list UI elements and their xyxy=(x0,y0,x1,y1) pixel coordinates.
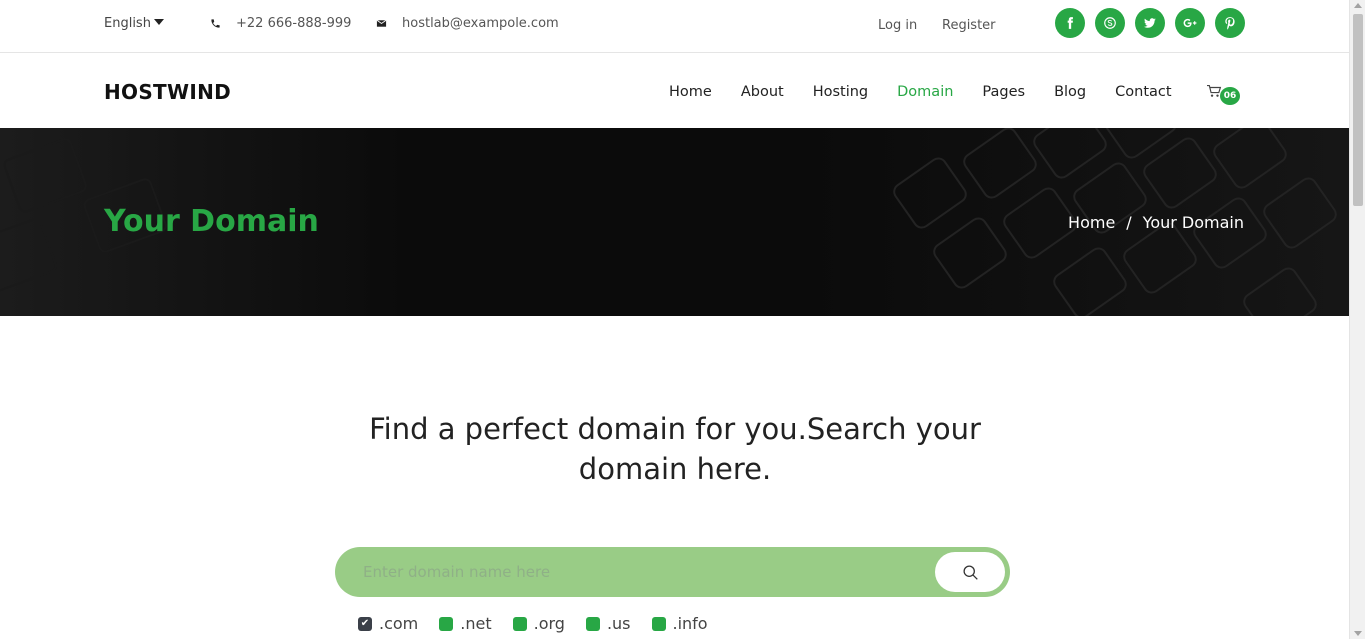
scroll-down-arrow-icon[interactable] xyxy=(1354,631,1362,636)
envelope-icon xyxy=(376,18,388,30)
checkbox-icon[interactable] xyxy=(651,616,666,631)
tld-options: ✔ .com .net .org .us .info xyxy=(358,614,729,633)
facebook-icon[interactable] xyxy=(1055,8,1085,38)
breadcrumb-current: Your Domain xyxy=(1142,213,1244,232)
tld-label: .info xyxy=(672,614,708,633)
twitter-icon[interactable] xyxy=(1135,8,1165,38)
scrollbar-thumb[interactable] xyxy=(1353,14,1363,206)
page-banner: Your Domain Home / Your Domain xyxy=(0,128,1349,316)
language-label: English xyxy=(104,16,151,31)
breadcrumb: Home / Your Domain xyxy=(1068,213,1244,232)
nav-item-about[interactable]: About xyxy=(741,84,784,100)
domain-search-input[interactable] xyxy=(363,560,923,584)
tld-label: .com xyxy=(379,614,419,633)
nav-item-hosting[interactable]: Hosting xyxy=(813,84,868,100)
language-dropdown[interactable]: English xyxy=(104,16,164,31)
scroll-up-arrow-icon[interactable] xyxy=(1354,3,1362,8)
nav-item-pages[interactable]: Pages xyxy=(982,84,1025,100)
nav-item-contact[interactable]: Contact xyxy=(1115,84,1171,100)
register-link[interactable]: Register xyxy=(942,18,996,33)
caret-down-icon xyxy=(153,19,164,25)
top-bar: English +22 666-888-999 hostlab@exampole… xyxy=(0,0,1349,53)
breadcrumb-home-link[interactable]: Home xyxy=(1068,213,1115,232)
checkbox-icon[interactable] xyxy=(585,616,600,631)
page-title: Your Domain xyxy=(104,204,319,239)
checkbox-checked-icon[interactable]: ✔ xyxy=(358,616,372,631)
cart-button[interactable]: 06 xyxy=(1206,83,1240,105)
login-link[interactable]: Log in xyxy=(878,18,917,33)
tld-option-net[interactable]: .net xyxy=(439,614,492,633)
pinterest-icon[interactable] xyxy=(1215,8,1245,38)
email-contact: hostlab@exampole.com xyxy=(376,16,559,31)
social-links xyxy=(1055,8,1245,38)
cart-count-badge: 06 xyxy=(1220,87,1240,105)
nav-item-domain[interactable]: Domain xyxy=(897,84,953,100)
phone-contact: +22 666-888-999 xyxy=(210,16,351,31)
checkbox-icon[interactable] xyxy=(439,616,454,631)
breadcrumb-separator: / xyxy=(1126,213,1132,232)
site-logo[interactable]: HOSTWIND xyxy=(104,80,231,104)
nav-item-home[interactable]: Home xyxy=(669,84,712,100)
main-nav: Home About Hosting Domain Pages Blog Con… xyxy=(669,84,1201,100)
tld-option-info[interactable]: .info xyxy=(651,614,708,633)
nav-item-blog[interactable]: Blog xyxy=(1054,84,1086,100)
main-navbar: HOSTWIND Home About Hosting Domain Pages… xyxy=(0,53,1349,128)
page: English +22 666-888-999 hostlab@exampole… xyxy=(0,0,1365,639)
phone-icon xyxy=(210,18,222,30)
email-address: hostlab@exampole.com xyxy=(402,16,559,31)
tld-label: .org xyxy=(533,614,565,633)
search-button[interactable] xyxy=(935,552,1005,592)
domain-search-bar xyxy=(335,547,1010,597)
search-icon xyxy=(962,564,978,580)
tld-option-org[interactable]: .org xyxy=(512,614,565,633)
tld-option-us[interactable]: .us xyxy=(585,614,631,633)
tld-label: .net xyxy=(460,614,492,633)
tld-option-com[interactable]: ✔ .com xyxy=(358,614,418,633)
domain-search-headline: Find a perfect domain for you.Search you… xyxy=(369,412,981,486)
tld-label: .us xyxy=(606,614,631,633)
vertical-scrollbar[interactable] xyxy=(1349,0,1365,639)
skype-icon[interactable] xyxy=(1095,8,1125,38)
checkbox-icon[interactable] xyxy=(512,616,527,631)
phone-number: +22 666-888-999 xyxy=(236,16,352,31)
google-plus-icon[interactable] xyxy=(1175,8,1205,38)
